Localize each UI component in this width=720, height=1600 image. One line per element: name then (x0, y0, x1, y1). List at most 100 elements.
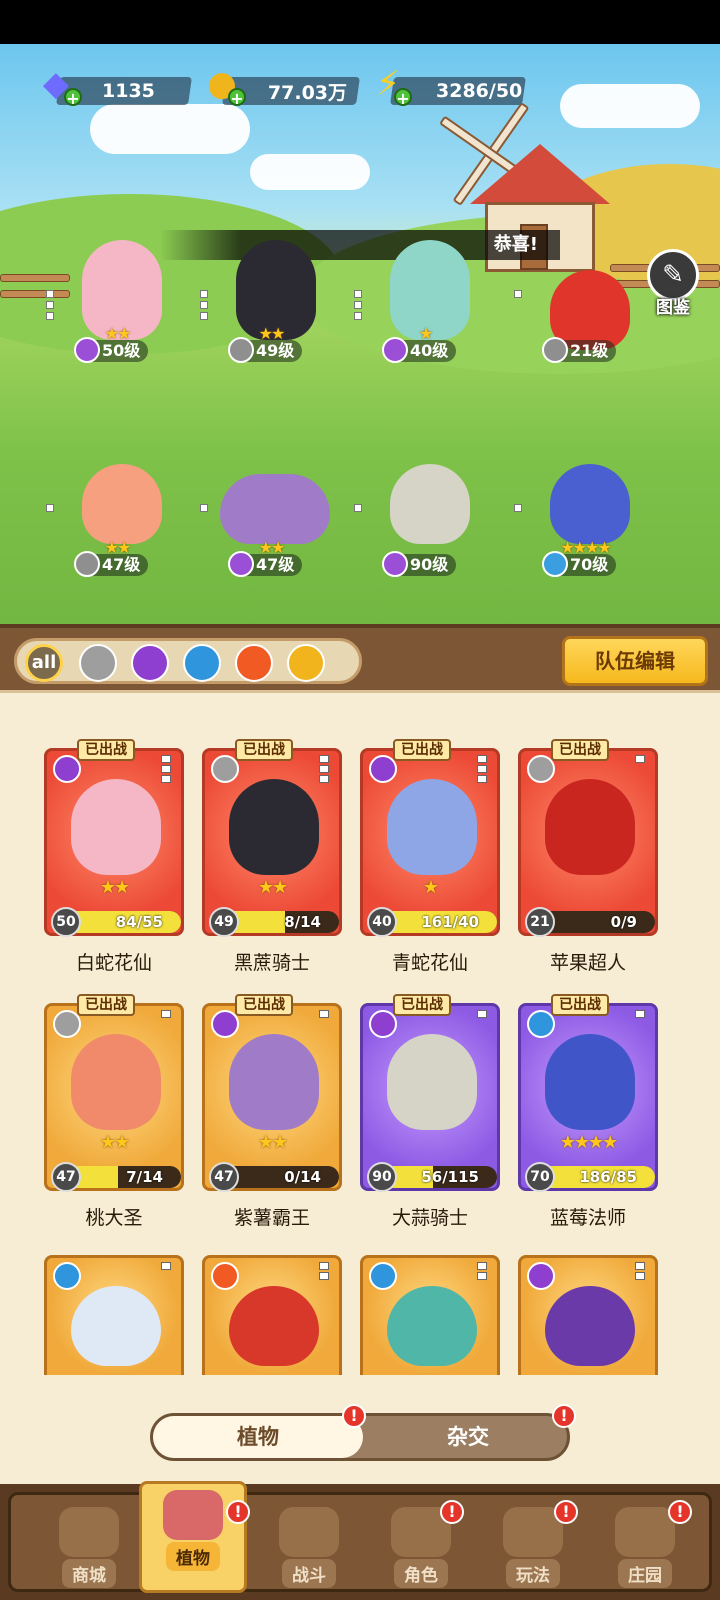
poison-icon (211, 1010, 239, 1038)
menu-icon[interactable] (477, 755, 493, 785)
alert-icon: ! (342, 1404, 366, 1428)
shop-icon (59, 1507, 119, 1557)
nav-plants[interactable]: 植物 (139, 1481, 247, 1593)
scene-unit[interactable]: ★★ 47级 (200, 444, 336, 577)
deployed-badge: 已出战 (551, 994, 609, 1016)
sword-icon (228, 337, 254, 363)
card-level: 49 (209, 907, 239, 937)
deployed-badge: 已出战 (235, 739, 293, 761)
water-icon (542, 551, 568, 577)
coins-value: 77.03万 (268, 81, 348, 104)
nav-shop[interactable]: 商城 (35, 1501, 143, 1591)
scene-unit[interactable]: ★★ 50级 (46, 230, 182, 363)
deployed-badge: 已出战 (77, 739, 135, 761)
poison-icon (369, 1010, 397, 1038)
unit-level: 21级 (542, 337, 617, 363)
plant-card[interactable]: 已出战 56/115 90 (360, 994, 500, 1192)
tab-plants[interactable]: 植物 (153, 1416, 363, 1458)
menu-icon[interactable] (319, 1010, 335, 1020)
deployed-badge: 已出战 (551, 739, 609, 761)
card-level: 50 (51, 907, 81, 937)
unit-level: 47级 (228, 551, 303, 577)
plant-card[interactable]: 已出战 ★★ 84/55 50 (44, 739, 184, 937)
blueberry-mage-portrait (545, 1034, 635, 1130)
menu-icon[interactable] (161, 755, 177, 785)
deployed-badge: 已出战 (393, 739, 451, 761)
nav-label: 角色 (394, 1559, 448, 1588)
add-coins-icon[interactable]: + (228, 88, 246, 108)
plant-card[interactable] (518, 1255, 658, 1375)
nav-label: 玩法 (506, 1559, 560, 1588)
scene-unit[interactable]: ★★ 47级 (46, 444, 182, 577)
menu-icon[interactable] (635, 1262, 651, 1282)
card-name: 苹果超人 (549, 952, 626, 974)
menu-icon[interactable] (635, 1010, 651, 1020)
apple-superman-portrait (545, 779, 635, 875)
menu-icon[interactable] (477, 1262, 493, 1282)
card-stars: ★★ (99, 877, 130, 898)
sword-icon (542, 337, 568, 363)
plant-card[interactable]: 已出战 ★★ 8/14 49 (202, 739, 342, 937)
water-icon[interactable] (183, 644, 221, 682)
plant-card[interactable] (360, 1255, 500, 1375)
nav-battle[interactable]: 战斗 (255, 1501, 363, 1591)
deployed-badge: 已出战 (235, 994, 293, 1016)
plant-portrait (71, 1286, 161, 1366)
filter-bar: all 队伍编辑 (0, 624, 720, 690)
menu-icon[interactable] (161, 1262, 177, 1272)
plant-card[interactable] (44, 1255, 184, 1375)
windmill-icon (279, 1507, 339, 1557)
poison-icon (74, 337, 100, 363)
black-cane-knight-portrait (229, 779, 319, 875)
plant-card[interactable] (202, 1255, 342, 1375)
card-stars: ★ (422, 877, 439, 898)
plant-card-panel: 已出战 ★★ 84/55 50 白蛇花仙 已出战 ★★ 8/14 49 黑蔗骑士… (0, 690, 720, 1490)
plant-card[interactable]: 已出战 ★★★★ 186/85 70 (518, 994, 658, 1192)
gems-value: 1135 (102, 80, 155, 102)
menu-icon[interactable] (319, 755, 335, 785)
add-energy-icon[interactable]: + (394, 88, 412, 108)
sword-icon (527, 755, 555, 783)
scene-unit[interactable]: ★★★★ 70级 (514, 444, 650, 577)
card-name: 紫薯霸王 (233, 1207, 310, 1229)
alert-icon: ! (668, 1500, 692, 1524)
card-level: 21 (525, 907, 555, 937)
plant-card[interactable]: 已出战 ★ 161/40 40 (360, 739, 500, 937)
scene-unit[interactable]: ★★ 49级 (200, 230, 336, 363)
menu-icon[interactable] (161, 1010, 177, 1020)
plant-card[interactable]: 已出战 0/9 21 (518, 739, 658, 937)
water-icon (369, 1262, 397, 1290)
white-snake-fairy-portrait (71, 779, 161, 875)
tab-hybrid[interactable]: 杂交 (363, 1416, 573, 1458)
sword-icon (74, 551, 100, 577)
energy-value: 3286/50 (436, 80, 523, 102)
poison-icon[interactable] (131, 644, 169, 682)
purple-yam-overlord-sprite (220, 474, 330, 544)
card-level: 47 (51, 1162, 81, 1192)
menu-icon[interactable] (319, 1262, 335, 1282)
scene-unit[interactable]: ★ 40级 (354, 230, 490, 363)
card-name: 黑蔗骑士 (233, 952, 310, 974)
menu-icon[interactable] (477, 1010, 493, 1020)
purple-yam-overlord-portrait (229, 1034, 319, 1130)
scene-unit[interactable]: 90级 (354, 444, 490, 577)
card-stars: ★★★★ (559, 1132, 619, 1153)
plant-card[interactable]: 已出战 ★★ 0/14 47 (202, 994, 342, 1192)
plant-card[interactable]: 已出战 ★★ 7/14 47 (44, 994, 184, 1192)
filter-all[interactable]: all (25, 644, 63, 682)
scene-unit[interactable]: 21级 (514, 230, 650, 363)
poison-icon (382, 337, 408, 363)
menu-icon[interactable] (635, 755, 651, 765)
fire-icon[interactable] (235, 644, 273, 682)
unit-level: 90级 (382, 551, 457, 577)
card-level: 40 (367, 907, 397, 937)
card-level: 47 (209, 1162, 239, 1192)
team-edit-button[interactable]: 队伍编辑 (562, 636, 708, 686)
sword-icon[interactable] (79, 644, 117, 682)
add-gems-icon[interactable]: + (64, 88, 82, 108)
unit-level: 49级 (228, 337, 303, 363)
poison-icon (369, 755, 397, 783)
plant-portrait (229, 1286, 319, 1366)
cloud (90, 104, 250, 154)
lightning-icon[interactable] (287, 644, 325, 682)
